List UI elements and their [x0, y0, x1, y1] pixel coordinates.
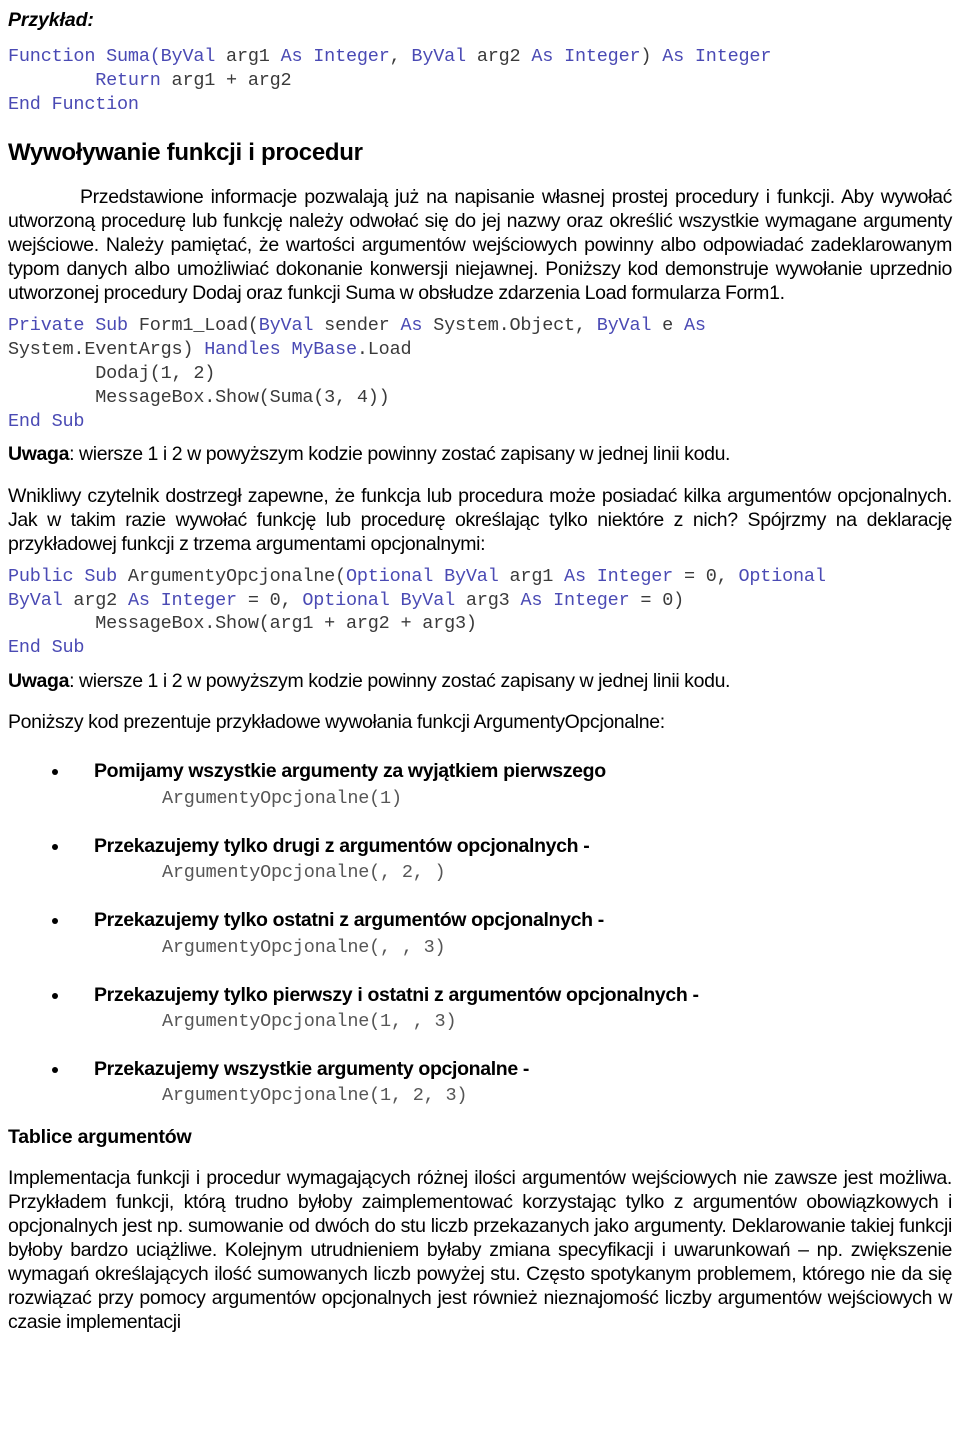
note-uwaga-2-bold: Uwaga — [8, 670, 70, 693]
list-item: Pomijamy wszystkie argumenty za wyjątkie… — [8, 760, 952, 810]
document-page: Przykład: Function Suma(ByVal arg1 As In… — [0, 0, 960, 1451]
list-item-label: Przekazujemy tylko drugi z argumentów op… — [94, 834, 590, 857]
bullet-dot-icon — [52, 843, 58, 850]
note-uwaga-1: Uwaga: wiersze 1 i 2 w powyższym kodzie … — [8, 442, 952, 466]
code-block-suma-function: Function Suma(ByVal arg1 As Integer, ByV… — [8, 46, 772, 116]
list-item-code: ArgumentyOpcjonalne(, , 3) — [162, 936, 446, 958]
list-item-label: Przekazujemy tylko ostatni z argumentów … — [94, 909, 604, 932]
list-item-label: Przekazujemy wszystkie argumenty opcjona… — [94, 1058, 530, 1081]
example-call-list: Pomijamy wszystkie argumenty za wyjątkie… — [8, 760, 952, 1108]
note-uwaga-1-text: : wiersze 1 i 2 w powyższym kodzie powin… — [69, 443, 731, 466]
bullet-dot-icon — [52, 1067, 58, 1074]
list-item-label: Przekazujemy tylko pierwszy i ostatni z … — [94, 983, 699, 1006]
list-item: Przekazujemy wszystkie argumenty opcjona… — [8, 1058, 952, 1108]
list-item-code: ArgumentyOpcjonalne(1, , 3) — [162, 1011, 457, 1033]
paragraph-wywolywanie: Przedstawione informacje pozwalają już n… — [8, 185, 952, 305]
list-item-code: ArgumentyOpcjonalne(1, 2, 3) — [162, 1085, 468, 1107]
paragraph-tablice: Implementacja funkcji i procedur wymagaj… — [8, 1166, 952, 1334]
note-uwaga-2-text: : wiersze 1 i 2 w powyższym kodzie powin… — [69, 670, 731, 693]
list-item-label: Pomijamy wszystkie argumenty za wyjątkie… — [94, 760, 606, 783]
bullet-dot-icon — [52, 918, 58, 925]
note-uwaga-1-bold: Uwaga — [8, 443, 70, 466]
list-item-code: ArgumentyOpcjonalne(1) — [162, 787, 402, 809]
code-block-argumenty-opcjonalne: Public Sub ArgumentyOpcjonalne(Optional … — [8, 565, 826, 659]
list-item: Przekazujemy tylko pierwszy i ostatni z … — [8, 984, 952, 1034]
list-item: Przekazujemy tylko ostatni z argumentów … — [8, 909, 952, 959]
paragraph-intro-examples: Poniższy kod prezentuje przykładowe wywo… — [8, 711, 665, 734]
heading-wywolywanie: Wywoływanie funkcji i procedur — [8, 138, 363, 166]
example-label: Przykład: — [8, 9, 94, 31]
bullet-dot-icon — [52, 992, 58, 999]
note-uwaga-2: Uwaga: wiersze 1 i 2 w powyższym kodzie … — [8, 669, 952, 693]
bullet-dot-icon — [52, 769, 58, 776]
heading-tablice-argumentow: Tablice argumentów — [8, 1125, 192, 1148]
paragraph-optional-args: Wnikliwy czytelnik dostrzegł zapewne, że… — [8, 484, 952, 555]
list-item-code: ArgumentyOpcjonalne(, 2, ) — [162, 862, 446, 884]
list-item: Przekazujemy tylko drugi z argumentów op… — [8, 835, 952, 885]
code-block-form1-load: Private Sub Form1_Load(ByVal sender As S… — [8, 315, 706, 432]
